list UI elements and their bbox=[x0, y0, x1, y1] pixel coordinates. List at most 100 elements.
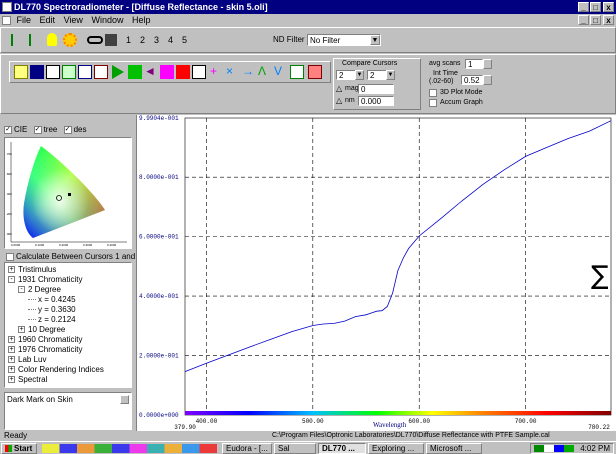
reflectance-chart[interactable]: 9.9904e-001 8.0000e-001 6.0000e-001 4.0000e… bbox=[137, 115, 616, 431]
cursor-right-icon[interactable] bbox=[29, 34, 41, 46]
fast-forward-icon[interactable] bbox=[128, 65, 142, 79]
taskbar-item-exploring[interactable]: Exploring ... bbox=[368, 443, 424, 454]
results-tree: + Tristimulus -1931 Chromaticity -2 Degree x… bbox=[4, 262, 132, 388]
table-icon[interactable] bbox=[78, 65, 92, 79]
mag-field[interactable]: 0 bbox=[358, 84, 394, 94]
menu-help[interactable]: Help bbox=[132, 15, 151, 25]
page-button-2[interactable]: 2 bbox=[140, 35, 145, 45]
tree-item[interactable]: + Lab Luv bbox=[8, 355, 131, 365]
minimize-button[interactable]: _ bbox=[578, 2, 589, 12]
tree-checkbox[interactable]: ✓ bbox=[33, 125, 42, 134]
chart-icon[interactable] bbox=[62, 65, 76, 79]
print-icon[interactable] bbox=[46, 65, 60, 79]
mag-label: mag bbox=[345, 85, 359, 92]
taskbar-item-sal[interactable]: Sal bbox=[274, 443, 316, 454]
main-toolbar: 1 2 3 4 5 ND Filter No Filter ▼ bbox=[0, 27, 616, 53]
back-icon[interactable]: ◄ bbox=[144, 65, 158, 79]
expand-icon[interactable]: + bbox=[8, 266, 15, 274]
tree-item[interactable]: +1976 Chromaticity bbox=[8, 345, 131, 355]
color-icon[interactable] bbox=[176, 65, 190, 79]
description-scroll-button[interactable] bbox=[120, 395, 129, 404]
sun-icon[interactable] bbox=[63, 33, 77, 47]
tree-item[interactable]: -2 Degree bbox=[8, 285, 131, 295]
menu-view[interactable]: View bbox=[64, 15, 83, 25]
tree-item-label: 10 Degree bbox=[28, 325, 66, 334]
collapse-icon[interactable]: - bbox=[8, 276, 15, 284]
tree-item[interactable]: y = 0.3630 bbox=[8, 305, 131, 315]
int-time-field[interactable]: 0.52 bbox=[461, 75, 483, 85]
expand-icon[interactable]: + bbox=[8, 346, 15, 354]
tree-item[interactable]: + Tristimulus bbox=[8, 265, 131, 275]
status-path: C:\Program Files\Optronic Laboratories\D… bbox=[272, 432, 550, 439]
arrow-right-icon[interactable]: → bbox=[242, 65, 256, 79]
taskbar-item-microsoft[interactable]: Microsoft ... bbox=[426, 443, 482, 454]
expand-icon[interactable]: + bbox=[8, 366, 15, 374]
taskbar-item-dl770[interactable]: DL770 ... bbox=[318, 443, 366, 454]
cie-y-tick-0: .700 bbox=[6, 152, 12, 156]
page-button-4[interactable]: 4 bbox=[168, 35, 173, 45]
cross-cursor-icon[interactable]: + bbox=[210, 65, 224, 79]
plot-3d-checkbox[interactable] bbox=[429, 89, 437, 97]
menu-edit[interactable]: Edit bbox=[40, 15, 56, 25]
report-icon[interactable] bbox=[94, 65, 108, 79]
menu-file[interactable]: File bbox=[17, 15, 32, 25]
valley-icon[interactable]: V bbox=[274, 65, 288, 79]
tree-item[interactable]: +10 Degree bbox=[8, 325, 131, 335]
open-file-icon[interactable] bbox=[14, 65, 28, 79]
child-minimize-button[interactable]: _ bbox=[578, 15, 589, 25]
lightbulb-icon[interactable] bbox=[47, 33, 57, 46]
glasses-icon[interactable] bbox=[87, 36, 103, 44]
tree-item[interactable]: x = 0.4245 bbox=[8, 295, 131, 305]
tree-item-label: z = 0.2124 bbox=[38, 315, 76, 324]
expand-icon[interactable]: + bbox=[8, 356, 15, 364]
tree-item[interactable]: + Color Rendering Indices bbox=[8, 365, 131, 375]
quicklaunch-icons bbox=[42, 444, 217, 453]
int-time-spinner[interactable] bbox=[483, 75, 492, 85]
smooth-icon[interactable] bbox=[290, 65, 304, 79]
accum-graph-checkbox[interactable] bbox=[429, 99, 437, 107]
child-maximize-button[interactable]: □ bbox=[590, 15, 601, 25]
play-icon[interactable] bbox=[112, 65, 124, 79]
cursor-b-chevron-icon[interactable]: ▼ bbox=[386, 70, 395, 80]
chevron-down-icon[interactable]: ▼ bbox=[370, 35, 380, 45]
tree-item[interactable]: -1931 Chromaticity bbox=[8, 275, 131, 285]
avg-scans-field[interactable]: 1 bbox=[465, 59, 483, 69]
expand-icon[interactable]: + bbox=[8, 336, 15, 344]
menu-window[interactable]: Window bbox=[91, 15, 123, 25]
zoom-icon[interactable] bbox=[160, 65, 174, 79]
calc-cursors-checkbox[interactable] bbox=[6, 252, 14, 261]
save-icon[interactable] bbox=[30, 65, 44, 79]
child-close-button[interactable]: x bbox=[603, 15, 614, 25]
tree-item-label: 1931 Chromaticity bbox=[18, 275, 83, 284]
maximize-button[interactable]: □ bbox=[590, 2, 601, 12]
cursor-left-icon[interactable] bbox=[11, 34, 23, 46]
tree-item[interactable]: +1960 Chromaticity bbox=[8, 335, 131, 345]
collapse-icon[interactable]: - bbox=[18, 286, 25, 294]
avg-scans-spinner[interactable] bbox=[483, 59, 492, 69]
edit-graph-icon[interactable] bbox=[192, 65, 206, 79]
description-text[interactable]: Dark Mark on Skin bbox=[7, 395, 73, 404]
x-tick-label: 500.00 bbox=[302, 418, 324, 425]
sigma-icon[interactable]: ∑ bbox=[591, 263, 609, 289]
page-button-3[interactable]: 3 bbox=[154, 35, 159, 45]
window-titlebar: DL770 Spectroradiometer - [Diffuse Refle… bbox=[0, 0, 616, 14]
cursor-a-chevron-icon[interactable]: ▼ bbox=[355, 70, 364, 80]
expand-icon[interactable]: + bbox=[8, 376, 15, 384]
sample-point-marker bbox=[68, 193, 71, 196]
tree-item[interactable]: + Spectral bbox=[8, 375, 131, 385]
peak-icon[interactable]: Λ bbox=[258, 65, 272, 79]
tool-icon[interactable] bbox=[105, 34, 117, 46]
nm-field[interactable]: 0.000 bbox=[358, 96, 394, 106]
x-cursor-icon[interactable]: × bbox=[226, 65, 240, 79]
spectrum-icon[interactable] bbox=[308, 65, 322, 79]
des-checkbox[interactable]: ✓ bbox=[63, 125, 72, 134]
cie-label: CIE bbox=[14, 125, 28, 134]
page-button-5[interactable]: 5 bbox=[182, 35, 187, 45]
expand-icon[interactable]: + bbox=[18, 326, 25, 334]
taskbar-item-eudora[interactable]: Eudora - [... bbox=[222, 443, 272, 454]
tree-item[interactable]: z = 0.2124 bbox=[8, 315, 131, 325]
page-button-1[interactable]: 1 bbox=[126, 35, 131, 45]
close-button[interactable]: x bbox=[603, 2, 614, 12]
cie-checkbox[interactable]: ✓ bbox=[4, 125, 12, 134]
start-button[interactable]: Start bbox=[1, 443, 37, 454]
